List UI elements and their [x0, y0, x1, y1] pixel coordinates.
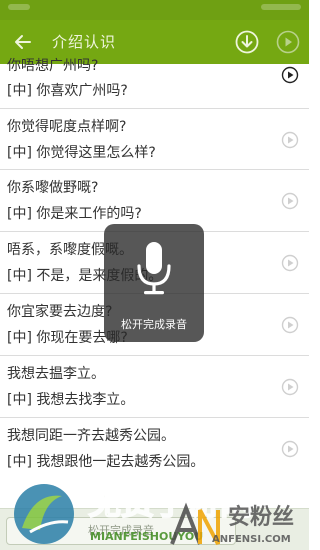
list-item[interactable]: 我想同距一齐去越秀公园。 [中] 我想跟他一起去越秀公园。 — [0, 418, 309, 480]
play-icon[interactable] — [281, 440, 299, 458]
cantonese-text: 我想去揾李立。 — [7, 366, 105, 382]
back-button[interactable] — [10, 29, 36, 55]
status-icons — [261, 4, 301, 10]
play-circle-icon — [276, 30, 300, 54]
status-bar — [0, 0, 309, 20]
play-icon[interactable] — [281, 131, 299, 149]
list-item[interactable]: 你唔想广州吗? [中] 你喜欢广州吗? — [0, 58, 309, 109]
mandarin-text: [中] 你是来工作的吗? — [7, 206, 142, 222]
download-button[interactable] — [234, 29, 260, 55]
list-item[interactable]: 你觉得呢度点样啊? [中] 你觉得这里怎么样? — [0, 109, 309, 170]
download-circle-icon — [235, 30, 259, 54]
record-button[interactable]: 松开完成录音 — [6, 517, 236, 545]
play-icon[interactable] — [281, 66, 299, 84]
screen: 介绍认识 你唔想广州吗? [中] 你喜欢广州吗? 你觉得呢度点样啊? [中] 你… — [0, 0, 309, 550]
recording-overlay: 松开完成录音 — [104, 224, 204, 342]
mandarin-text: [中] 我想去找李立。 — [7, 392, 135, 408]
page-title: 介绍认识 — [52, 33, 117, 51]
cantonese-text: 你系嚟做野嘅? — [7, 180, 99, 196]
cantonese-text: 我想同距一齐去越秀公园。 — [7, 428, 175, 444]
mandarin-text: [中] 你喜欢广州吗? — [7, 83, 128, 99]
microphone-icon — [137, 242, 171, 295]
mandarin-text: [中] 我想跟他一起去越秀公园。 — [7, 454, 205, 470]
bottom-bar: 松开完成录音 — [0, 508, 309, 550]
cantonese-text: 你宜家要去边度? — [7, 304, 113, 320]
status-time — [8, 4, 30, 10]
cantonese-text: 你唔想广州吗? — [7, 58, 99, 74]
mandarin-text: [中] 你觉得这里怎么样? — [7, 145, 156, 161]
list-item[interactable]: 你系嚟做野嘅? [中] 你是来工作的吗? — [0, 170, 309, 232]
play-icon[interactable] — [281, 254, 299, 272]
overlay-text: 松开完成录音 — [121, 318, 187, 331]
arrow-left-icon — [15, 35, 31, 49]
play-icon[interactable] — [281, 378, 299, 396]
play-all-button[interactable] — [275, 29, 301, 55]
cantonese-text: 你觉得呢度点样啊? — [7, 119, 127, 135]
list-item[interactable]: 我想去揾李立。 [中] 我想去找李立。 — [0, 356, 309, 418]
play-icon[interactable] — [281, 316, 299, 334]
play-icon[interactable] — [281, 192, 299, 210]
